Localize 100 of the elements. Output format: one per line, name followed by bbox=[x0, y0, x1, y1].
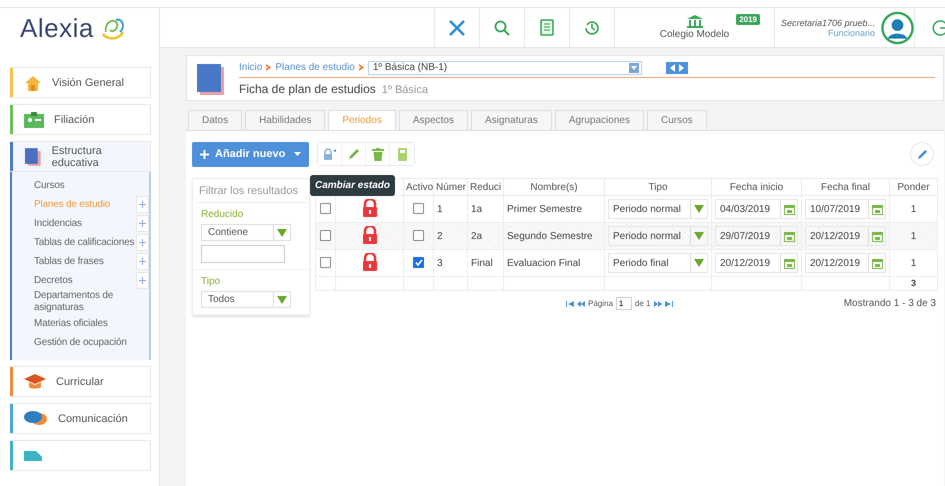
sidebar-item[interactable]: Incidencias bbox=[34, 218, 82, 230]
tooltip: Cambiar estado bbox=[310, 175, 396, 196]
edit-button[interactable] bbox=[910, 142, 934, 166]
table-cell: 2 bbox=[437, 230, 443, 242]
date-field[interactable]: 20/12/2019 bbox=[805, 226, 886, 246]
plan-select[interactable]: 1º Básica (NB-1) bbox=[368, 60, 642, 74]
tab[interactable]: Asignaturas bbox=[471, 110, 552, 130]
logout-icon[interactable] bbox=[914, 8, 945, 47]
date-field[interactable]: 20/12/2019 bbox=[715, 253, 798, 273]
filter-select[interactable]: Todos bbox=[201, 291, 291, 308]
previous-page-icon[interactable] bbox=[577, 300, 585, 306]
last-page-icon[interactable] bbox=[664, 300, 672, 306]
table-cell: 1 bbox=[910, 204, 916, 214]
date-field[interactable]: 04/03/2019 bbox=[715, 199, 798, 219]
tab[interactable]: Cursos bbox=[646, 110, 707, 130]
dropdown-arrow-icon bbox=[694, 205, 704, 213]
filter-select[interactable]: Contiene bbox=[201, 224, 291, 241]
table-cell: Evaluacion Final bbox=[507, 258, 580, 268]
dropdown-arrow-icon bbox=[694, 232, 704, 240]
calendar-icon bbox=[872, 258, 882, 268]
calendar-icon bbox=[784, 258, 794, 268]
table-cell: Final bbox=[471, 258, 493, 268]
calendar-icon bbox=[872, 230, 882, 242]
school-name: Colegio Modelo bbox=[660, 29, 730, 40]
dropdown-arrow-icon bbox=[277, 296, 287, 304]
page-title: Ficha de plan de estudios bbox=[239, 82, 376, 96]
add-icon[interactable] bbox=[136, 196, 149, 213]
plus-icon bbox=[139, 201, 146, 208]
sidebar-item[interactable]: Tablas de calificaciones bbox=[34, 236, 134, 248]
caret-icon bbox=[294, 152, 301, 156]
logo-text: Alexia bbox=[20, 12, 94, 44]
logo-icon bbox=[100, 16, 126, 40]
tab[interactable]: Datos bbox=[188, 110, 242, 130]
active-checkbox[interactable] bbox=[413, 203, 424, 214]
next-page-icon[interactable] bbox=[654, 300, 662, 306]
column-header: Fecha final bbox=[802, 178, 890, 196]
chevron-icon bbox=[266, 64, 272, 71]
column-header: Fecha inicio bbox=[712, 178, 802, 196]
id-card-icon bbox=[24, 112, 44, 128]
type-select[interactable]: Periodo normal bbox=[608, 226, 708, 246]
tab[interactable]: Aspectos bbox=[398, 110, 468, 130]
table-cell: 2a bbox=[471, 230, 482, 242]
sidebar-section[interactable]: Curricular bbox=[10, 366, 151, 397]
sidebar-section[interactable]: Visión General bbox=[10, 67, 151, 98]
add-icon[interactable] bbox=[136, 234, 149, 251]
add-icon[interactable] bbox=[136, 215, 149, 232]
user-role: Funcionario bbox=[828, 28, 875, 38]
sidebar-section[interactable]: Comunicación bbox=[10, 403, 151, 434]
tab[interactable]: Agrupaciones bbox=[554, 110, 644, 130]
dropdown-arrow-icon bbox=[628, 62, 639, 72]
column-header: Nombre(s) bbox=[504, 178, 604, 196]
active-checkbox[interactable] bbox=[413, 257, 424, 268]
add-new-button[interactable]: Añadir nuevo bbox=[192, 142, 309, 166]
row-checkbox[interactable] bbox=[320, 230, 331, 242]
plus-icon bbox=[139, 239, 146, 246]
date-field[interactable]: 29/07/2019 bbox=[715, 226, 798, 246]
sidebar-item[interactable]: Gestión de ocupación bbox=[34, 336, 127, 348]
results-summary: Mostrando 1 - 3 de 3 bbox=[844, 298, 937, 309]
tab[interactable]: Habilidades bbox=[245, 110, 326, 130]
page-field[interactable]: 1 bbox=[616, 297, 632, 310]
date-field[interactable]: 20/12/2019 bbox=[805, 253, 886, 273]
book-icon bbox=[24, 148, 42, 166]
prev-next-buttons[interactable] bbox=[666, 62, 688, 74]
calendar-icon bbox=[872, 204, 882, 214]
breadcrumb-link[interactable]: Planes de estudio bbox=[275, 62, 355, 73]
add-icon[interactable] bbox=[136, 253, 149, 270]
type-select[interactable]: Periodo normal bbox=[608, 199, 708, 219]
sidebar-section[interactable] bbox=[10, 440, 151, 471]
add-icon[interactable] bbox=[136, 272, 149, 289]
column-header: Tipo bbox=[604, 178, 712, 196]
type-select[interactable]: Periodo final bbox=[608, 253, 708, 273]
speech-bubbles-icon bbox=[24, 410, 48, 428]
dropdown-arrow-icon bbox=[277, 228, 287, 236]
graduation-cap-icon bbox=[24, 372, 46, 390]
lock-icon[interactable] bbox=[318, 143, 342, 165]
breadcrumb-link[interactable]: Inicio bbox=[239, 62, 262, 73]
page-count: de 1 bbox=[634, 299, 650, 308]
sidebar-item[interactable]: Tablas de frases bbox=[34, 256, 104, 268]
sidebar-item[interactable]: Materias oficiales bbox=[34, 318, 108, 330]
sidebar-item[interactable]: Decretos bbox=[34, 274, 72, 286]
date-field[interactable]: 10/07/2019 bbox=[805, 199, 886, 219]
sidebar-item[interactable]: Departamentos de asignaturas bbox=[34, 290, 146, 314]
filter-input[interactable] bbox=[201, 245, 285, 263]
pencil-icon bbox=[916, 148, 928, 160]
active-checkbox[interactable] bbox=[413, 230, 424, 242]
table-cell: 1 bbox=[910, 230, 916, 242]
sidebar-item[interactable]: Cursos bbox=[34, 180, 64, 192]
sidebar-section[interactable]: Filiación bbox=[10, 104, 151, 135]
sidebar-section[interactable]: Estructura educativa bbox=[10, 141, 151, 172]
plus-icon bbox=[139, 277, 146, 284]
house-icon bbox=[24, 74, 42, 90]
plus-icon bbox=[200, 150, 209, 158]
filter-field[interactable]: Filtrar los resultados bbox=[197, 179, 307, 203]
filter-label: Tipo bbox=[201, 276, 222, 287]
table-cell: Primer Semestre bbox=[507, 204, 582, 214]
first-page-icon[interactable] bbox=[566, 300, 574, 306]
row-checkbox[interactable] bbox=[320, 203, 331, 214]
plus-icon bbox=[139, 258, 146, 265]
row-checkbox[interactable] bbox=[320, 257, 331, 268]
plus-icon bbox=[139, 220, 146, 227]
